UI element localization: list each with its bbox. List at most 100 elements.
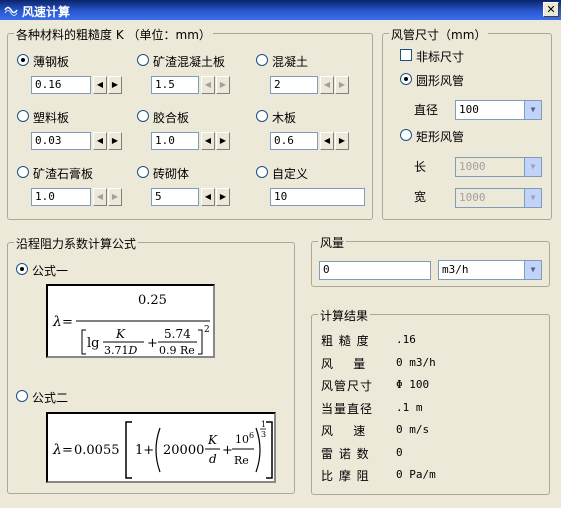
material-label: 薄钢板 (33, 55, 70, 69)
formula2-image: λ = 0.0055 1+ 20000 K d + 106 Re 1 3 (46, 412, 276, 483)
airflow-value: 0 (323, 263, 330, 276)
chevron-down-icon[interactable]: ▼ (524, 101, 541, 119)
diameter-label: 直径 (414, 103, 439, 117)
svg-text:0.0055: 0.0055 (74, 443, 120, 458)
airflow-unit-select[interactable]: m3/h ▼ (438, 260, 542, 280)
formula1-radio[interactable] (16, 263, 28, 275)
chevron-down-icon[interactable]: ▼ (524, 189, 541, 207)
result-label: 比 摩 阻 (321, 469, 370, 483)
chevron-down-icon[interactable]: ▼ (524, 261, 541, 279)
app-icon (4, 6, 18, 16)
svg-text:2: 2 (204, 325, 210, 335)
length-select[interactable]: 1000 ▼ (455, 157, 542, 177)
spin-left-icon[interactable]: ◀ (201, 76, 215, 94)
roughness-legend: 各种材料的粗糙度 K （单位：mm） (14, 26, 213, 43)
svg-text:lg: lg (87, 336, 99, 351)
spin-right-icon[interactable]: ▶ (108, 188, 122, 206)
material-radio[interactable] (17, 54, 29, 66)
spin-left-icon[interactable]: ◀ (201, 132, 215, 150)
material-radio[interactable] (256, 110, 268, 122)
material-k-input[interactable]: 2 (270, 76, 318, 94)
svg-text:K: K (115, 327, 126, 341)
result-value: 0 m/s (396, 423, 430, 436)
svg-text:λ: λ (52, 314, 62, 330)
result-value: .1 m (396, 400, 423, 414)
material-k-value: 1.5 (155, 78, 175, 91)
material-k-input[interactable]: 0.16 (31, 76, 91, 94)
svg-text:+: + (222, 443, 233, 458)
formula1-svg: λ = 0.25 lg K 3.71D + 5.74 0.9 Re 2 (52, 293, 210, 357)
material-label: 矿渣混凝土板 (153, 55, 226, 69)
material-radio[interactable] (137, 110, 149, 122)
spin-left-icon[interactable]: ◀ (93, 76, 107, 94)
spin-left-icon[interactable]: ◀ (93, 132, 107, 150)
material-k-input[interactable]: 0.03 (31, 132, 91, 150)
spin-left-icon[interactable]: ◀ (93, 188, 107, 206)
material-k-input[interactable]: 1.5 (151, 76, 199, 94)
airflow-input[interactable]: 0 (319, 261, 431, 280)
result-value: .16 (396, 333, 416, 346)
material-k-input[interactable]: 10 (270, 188, 365, 206)
formula1-label: 公式一 (32, 264, 69, 278)
material-label: 矿渣石膏板 (33, 167, 94, 181)
svg-text:=: = (62, 443, 73, 458)
result-label: 粗 糙 度 (321, 334, 370, 348)
material-radio[interactable] (17, 110, 29, 122)
material-radio[interactable] (137, 166, 149, 178)
formula2-svg: λ = 0.0055 1+ 20000 K d + 106 Re 1 3 (52, 420, 273, 479)
title-bar: 风速计算 ✕ (0, 0, 561, 20)
nonstandard-checkbox[interactable] (400, 49, 412, 61)
material-k-input[interactable]: 1.0 (151, 132, 199, 150)
window-title: 风速计算 (22, 5, 71, 19)
material-radio[interactable] (256, 166, 268, 178)
round-duct-label: 圆形风管 (416, 74, 465, 88)
svg-text:=: = (62, 315, 73, 330)
spin-left-icon[interactable]: ◀ (320, 76, 334, 94)
material-radio[interactable] (256, 54, 268, 66)
spin-right-icon[interactable]: ▶ (108, 76, 122, 94)
svg-text:0.9 Re: 0.9 Re (159, 344, 195, 356)
svg-text:Re: Re (234, 454, 249, 467)
spin-right-icon[interactable]: ▶ (108, 132, 122, 150)
width-value: 1000 (459, 191, 486, 204)
airflow-legend: 风量 (318, 234, 347, 251)
material-radio[interactable] (17, 166, 29, 178)
material-k-input[interactable]: 0.6 (270, 132, 318, 150)
diameter-select[interactable]: 100 ▼ (455, 100, 542, 120)
material-k-value: 0.6 (274, 134, 294, 147)
result-label: 风 量 (321, 356, 367, 371)
result-label: 风管尺寸 (321, 379, 374, 393)
material-radio[interactable] (137, 54, 149, 66)
rect-duct-radio[interactable] (400, 129, 412, 141)
svg-text:5.74: 5.74 (164, 327, 191, 341)
material-k-input[interactable]: 5 (151, 188, 199, 206)
svg-text:d: d (209, 452, 217, 466)
material-label: 自定义 (272, 167, 309, 181)
duct-size-legend: 风管尺寸（mm） (389, 26, 489, 43)
svg-text:20000: 20000 (163, 443, 204, 458)
material-label: 胶合板 (153, 111, 190, 125)
formula2-radio[interactable] (16, 390, 28, 402)
result-label: 当量直径 (321, 401, 374, 416)
close-button[interactable]: ✕ (543, 2, 559, 17)
result-label: 雷 诺 数 (321, 446, 370, 461)
spin-right-icon[interactable]: ▶ (216, 132, 230, 150)
spin-right-icon[interactable]: ▶ (216, 76, 230, 94)
spin-left-icon[interactable]: ◀ (201, 188, 215, 206)
material-label: 塑料板 (33, 111, 70, 125)
rect-duct-label: 矩形风管 (416, 130, 465, 144)
svg-text:3: 3 (261, 430, 266, 439)
material-label: 砖砌体 (153, 167, 190, 181)
width-select[interactable]: 1000 ▼ (455, 188, 542, 208)
length-label: 长 (414, 160, 427, 174)
spin-right-icon[interactable]: ▶ (216, 188, 230, 206)
svg-text:+: + (147, 336, 158, 351)
spin-right-icon[interactable]: ▶ (335, 132, 349, 150)
round-duct-radio[interactable] (400, 73, 412, 85)
material-k-value: 5 (155, 190, 162, 203)
material-k-input[interactable]: 1.0 (31, 188, 91, 206)
chevron-down-icon[interactable]: ▼ (524, 158, 541, 176)
spin-right-icon[interactable]: ▶ (335, 76, 349, 94)
svg-text:1+: 1+ (135, 443, 154, 458)
spin-left-icon[interactable]: ◀ (320, 132, 334, 150)
